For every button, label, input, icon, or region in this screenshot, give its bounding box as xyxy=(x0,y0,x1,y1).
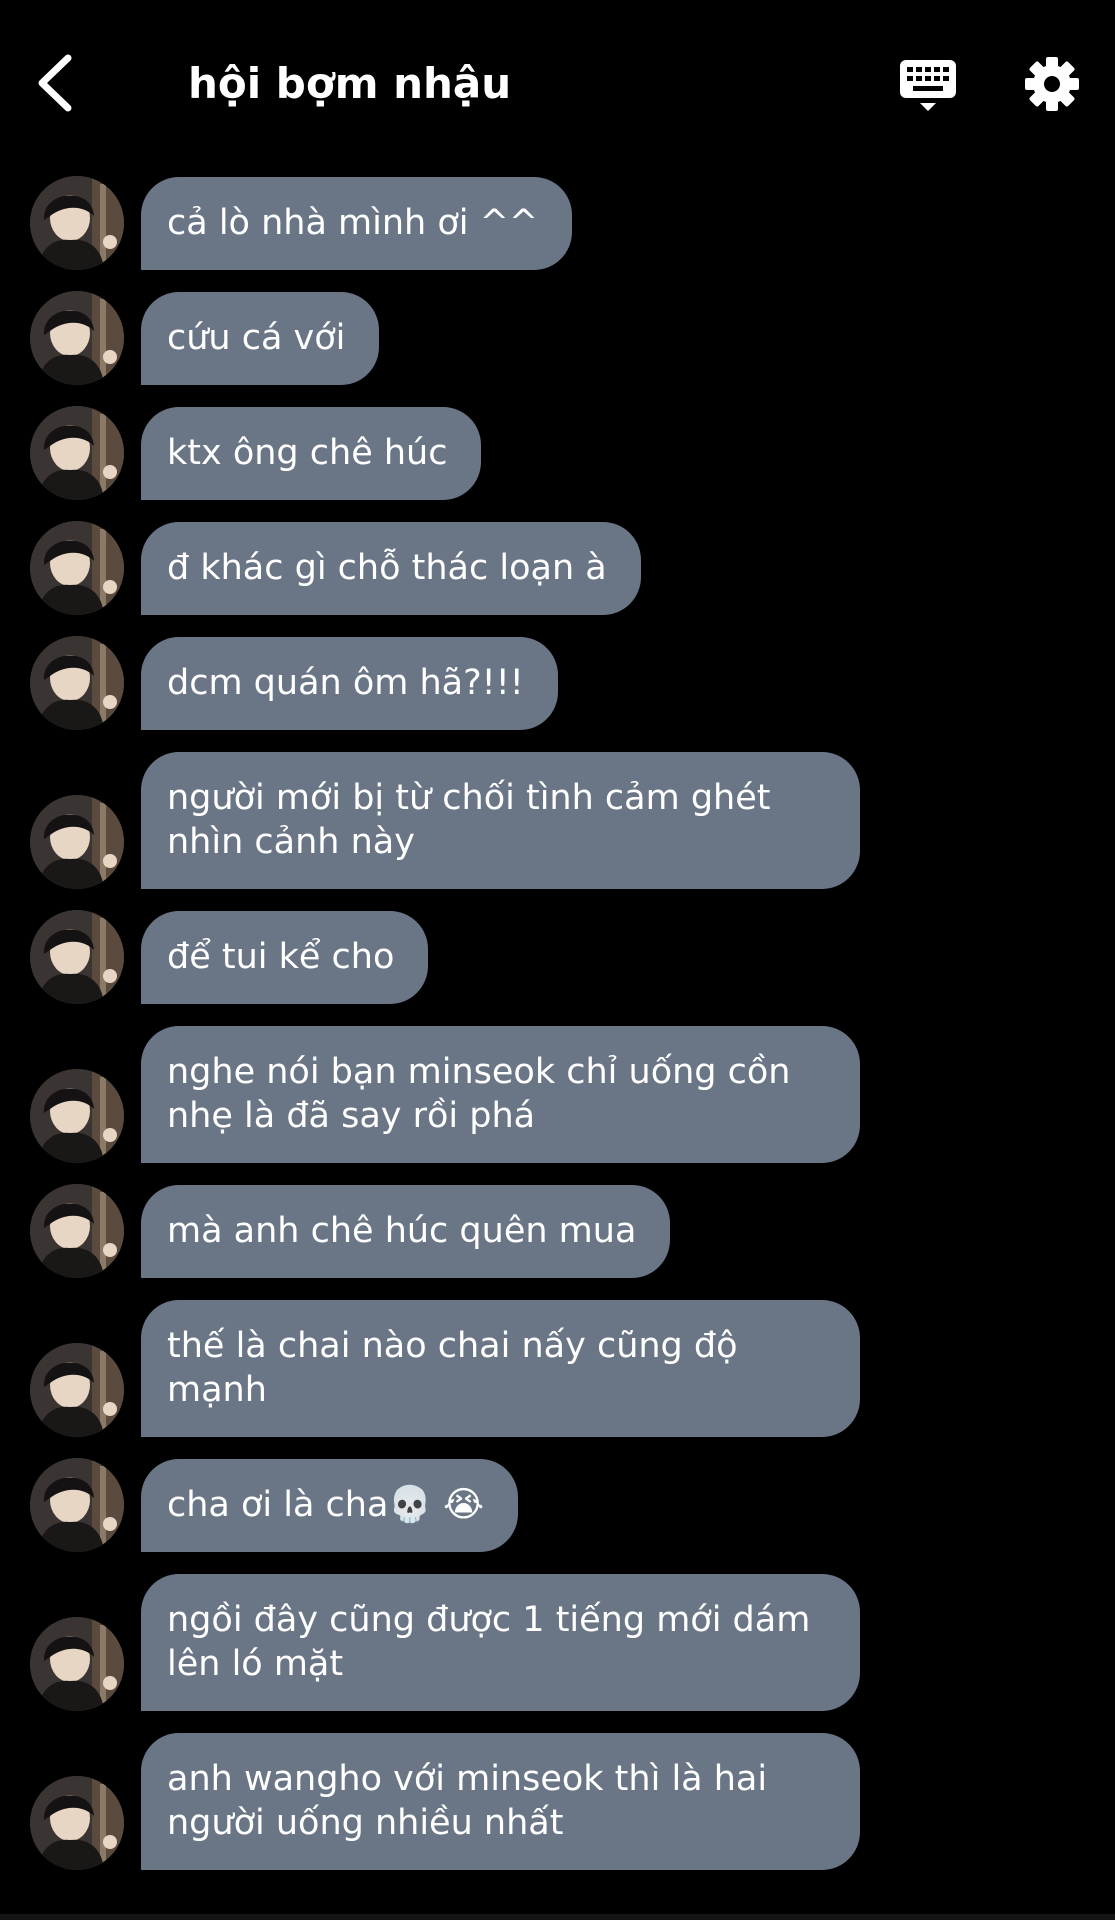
avatar[interactable] xyxy=(30,910,124,1004)
message-row: cả lò nhà mình ơi ^^ xyxy=(0,176,1115,270)
message-row: ngồi đây cũng được 1 tiếng mới dám lên l… xyxy=(0,1574,1115,1711)
avatar[interactable] xyxy=(30,521,124,615)
message-bubble[interactable]: người mới bị từ chối tình cảm ghét nhìn … xyxy=(141,752,860,889)
keyboard-icon xyxy=(900,60,956,111)
message-row: để tui kể cho xyxy=(0,910,1115,1004)
message-bubble[interactable]: mà anh chê húc quên mua xyxy=(141,1185,671,1278)
message-row: cứu cá với xyxy=(0,291,1115,385)
message-bubble[interactable]: nghe nói bạn minseok chỉ uống cồn nhẹ là… xyxy=(141,1026,860,1163)
avatar[interactable] xyxy=(30,291,124,385)
message-row: anh wangho với minseok thì là hai người … xyxy=(0,1733,1115,1870)
avatar-photo-icon xyxy=(30,1617,124,1711)
message-bubble[interactable]: ngồi đây cũng được 1 tiếng mới dám lên l… xyxy=(141,1574,860,1711)
message-bubble[interactable]: dcm quán ôm hã?!!! xyxy=(141,637,558,730)
avatar[interactable] xyxy=(30,1458,124,1552)
avatar[interactable] xyxy=(30,1184,124,1278)
avatar[interactable] xyxy=(30,1776,124,1870)
avatar-photo-icon xyxy=(30,291,124,385)
message-bubble[interactable]: cha ơi là cha💀 😭 xyxy=(141,1459,519,1552)
message-row: dcm quán ôm hã?!!! xyxy=(0,636,1115,730)
avatar-photo-icon xyxy=(30,1069,124,1163)
avatar[interactable] xyxy=(30,1069,124,1163)
avatar-photo-icon xyxy=(30,521,124,615)
chat-header: hội bợm nhậu xyxy=(0,0,1115,165)
message-bubble[interactable]: đ khác gì chỗ thác loạn à xyxy=(141,522,641,615)
message-row: thế là chai nào chai nấy cũng độ mạnh xyxy=(0,1300,1115,1437)
message-bubble[interactable]: để tui kể cho xyxy=(141,911,429,1004)
message-row: nghe nói bạn minseok chỉ uống cồn nhẹ là… xyxy=(0,1026,1115,1163)
chevron-left-icon xyxy=(38,54,72,112)
avatar-photo-icon xyxy=(30,176,124,270)
message-row: đ khác gì chỗ thác loạn à xyxy=(0,521,1115,615)
avatar-photo-icon xyxy=(30,636,124,730)
message-bubble[interactable]: ktx ông chê húc xyxy=(141,407,482,500)
message-row: mà anh chê húc quên mua xyxy=(0,1184,1115,1278)
message-bubble[interactable]: anh wangho với minseok thì là hai người … xyxy=(141,1733,860,1870)
avatar[interactable] xyxy=(30,1343,124,1437)
chat-title: hội bợm nhậu xyxy=(188,59,512,108)
avatar-photo-icon xyxy=(30,1343,124,1437)
settings-button[interactable] xyxy=(1024,56,1080,112)
avatar[interactable] xyxy=(30,795,124,889)
avatar[interactable] xyxy=(30,1617,124,1711)
message-row: người mới bị từ chối tình cảm ghét nhìn … xyxy=(0,752,1115,889)
message-row: ktx ông chê húc xyxy=(0,406,1115,500)
message-bubble[interactable]: cả lò nhà mình ơi ^^ xyxy=(141,177,573,270)
back-button[interactable] xyxy=(28,48,88,118)
message-bubble[interactable]: cứu cá với xyxy=(141,292,380,385)
message-row: cha ơi là cha💀 😭 xyxy=(0,1458,1115,1552)
avatar-photo-icon xyxy=(30,406,124,500)
avatar-photo-icon xyxy=(30,1458,124,1552)
avatar-photo-icon xyxy=(30,1776,124,1870)
avatar-photo-icon xyxy=(30,795,124,889)
avatar[interactable] xyxy=(30,406,124,500)
message-bubble[interactable]: thế là chai nào chai nấy cũng độ mạnh xyxy=(141,1300,860,1437)
gear-icon xyxy=(1025,57,1079,111)
avatar-photo-icon xyxy=(30,910,124,1004)
avatar[interactable] xyxy=(30,636,124,730)
keyboard-button[interactable] xyxy=(898,58,958,114)
avatar-photo-icon xyxy=(30,1184,124,1278)
bottom-divider xyxy=(0,1914,1115,1920)
avatar[interactable] xyxy=(30,176,124,270)
message-list[interactable]: cả lò nhà mình ơi ^^ cứu cá với ktx ông ch… xyxy=(0,176,1115,1892)
